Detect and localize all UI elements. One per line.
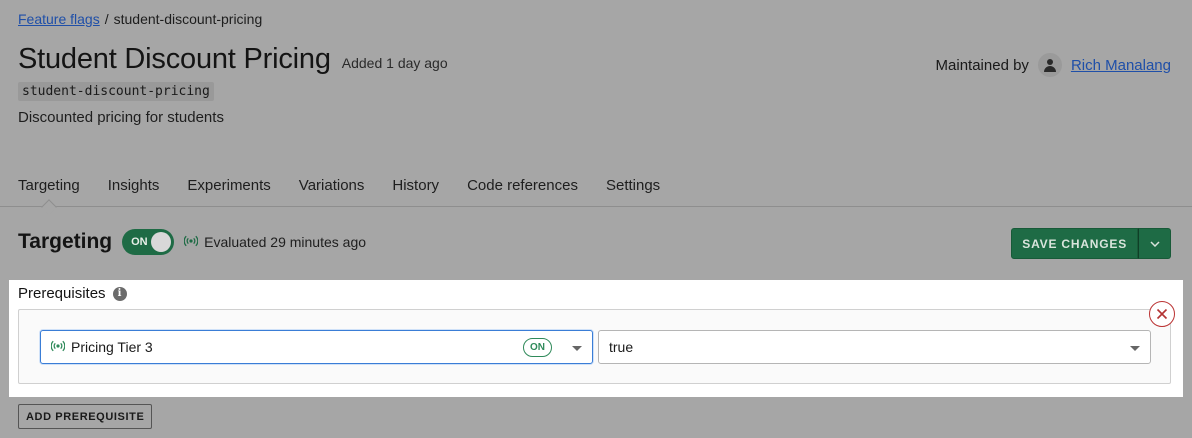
info-icon[interactable]: i — [112, 286, 127, 301]
caret-down-icon — [1130, 346, 1140, 351]
toggle-label: ON — [131, 236, 148, 248]
tab-experiments[interactable]: Experiments — [187, 170, 270, 206]
breadcrumb-feature-flags-link[interactable]: Feature flags — [18, 11, 100, 27]
remove-prerequisite-button[interactable] — [1149, 301, 1175, 327]
toggle-knob — [151, 232, 172, 252]
evaluation-status: Evaluated 29 minutes ago — [183, 234, 367, 250]
tab-insights[interactable]: Insights — [108, 170, 160, 206]
breadcrumb: Feature flags / student-discount-pricing — [18, 11, 262, 27]
prerequisite-row: Pricing Tier 3 ON true — [18, 309, 1171, 384]
flag-description: Discounted pricing for students — [18, 109, 224, 126]
maintainer-link[interactable]: Rich Manalang — [1071, 57, 1171, 74]
prerequisite-flag-name: Pricing Tier 3 — [71, 339, 153, 355]
tab-history[interactable]: History — [392, 170, 439, 206]
added-timestamp: Added 1 day ago — [341, 55, 448, 71]
add-prerequisite-button[interactable]: ADD PREREQUISITE — [18, 404, 153, 429]
prerequisite-value-select[interactable]: true — [598, 330, 1151, 364]
tab-settings[interactable]: Settings — [606, 170, 660, 206]
prerequisites-header: Prerequisites i — [18, 285, 127, 302]
save-changes-button[interactable]: SAVE CHANGES — [1011, 228, 1138, 259]
maintainer: Maintained by Rich Manalang — [936, 53, 1171, 77]
chevron-down-icon — [1149, 240, 1160, 247]
targeting-title: Targeting — [18, 230, 113, 253]
tab-code-references[interactable]: Code references — [467, 170, 578, 206]
targeting-toggle[interactable]: ON — [122, 229, 175, 255]
evaluated-text: Evaluated 29 minutes ago — [204, 234, 367, 250]
broadcast-icon — [50, 339, 66, 355]
prerequisites-panel: Prerequisites i Pricing Tier 3 ON true — [9, 280, 1183, 397]
tab-targeting[interactable]: Targeting — [18, 170, 80, 206]
page-title: Student Discount Pricing — [18, 43, 331, 75]
prerequisite-flag-select[interactable]: Pricing Tier 3 ON — [40, 330, 593, 364]
close-icon — [1156, 308, 1168, 320]
prerequisites-title: Prerequisites — [18, 285, 106, 302]
tab-variations[interactable]: Variations — [299, 170, 365, 206]
flag-key[interactable]: student-discount-pricing — [18, 82, 214, 101]
flag-title-row: Student Discount Pricing Added 1 day ago — [18, 43, 448, 76]
flag-status-badge: ON — [523, 338, 552, 357]
targeting-header: Targeting ON Evaluated 29 minutes ago — [18, 229, 366, 255]
save-button-group: SAVE CHANGES — [1011, 228, 1171, 259]
breadcrumb-current: student-discount-pricing — [113, 11, 263, 27]
tab-bar: Targeting Insights Experiments Variation… — [0, 170, 1192, 207]
maintainer-label: Maintained by — [935, 56, 1029, 74]
save-options-dropdown[interactable] — [1138, 228, 1171, 259]
caret-down-icon — [572, 346, 582, 351]
breadcrumb-separator: / — [104, 11, 109, 27]
user-icon — [1037, 53, 1062, 77]
prerequisite-value: true — [609, 339, 634, 355]
broadcast-icon — [183, 234, 199, 250]
